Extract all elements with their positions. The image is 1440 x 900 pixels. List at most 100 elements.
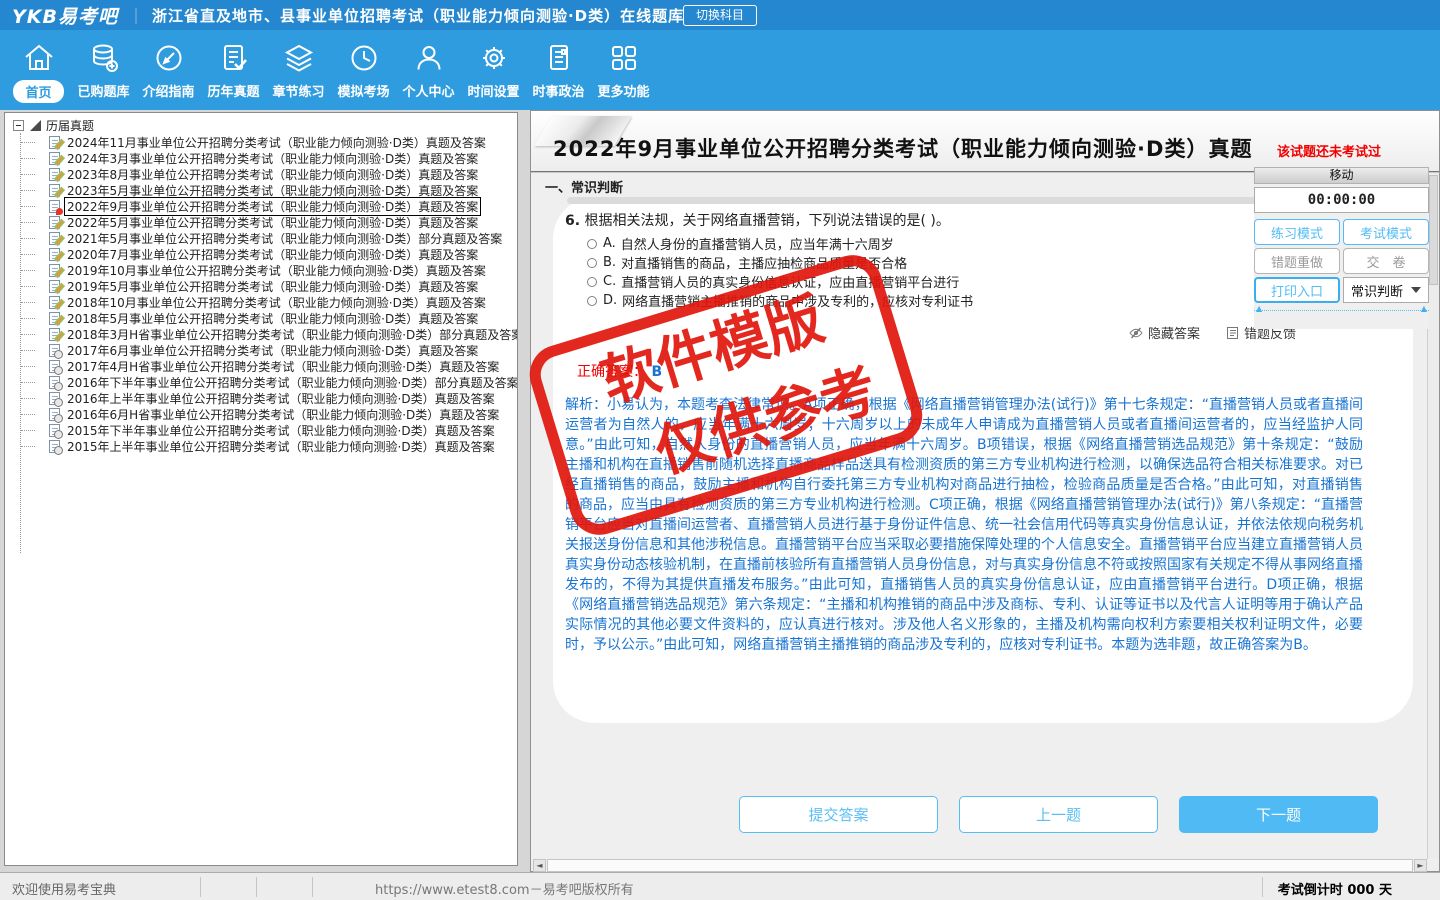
- toolbar-item-chapter-practice[interactable]: 章节练习: [266, 30, 331, 110]
- tree-item-label: 2015年上半年事业单位公开招聘分类考试（职业能力倾向测验·D类）真题及答案: [67, 439, 495, 454]
- redo-wrong-button[interactable]: 错题重做: [1254, 248, 1340, 274]
- print-entry-button[interactable]: 打印入口: [1254, 277, 1340, 303]
- practice-mode-button[interactable]: 练习模式: [1254, 219, 1340, 245]
- exam-mode-button[interactable]: 考试模式: [1343, 219, 1429, 245]
- toolbar-item-time-settings[interactable]: 时间设置: [461, 30, 526, 110]
- submit-answer-button[interactable]: 提交答案: [739, 796, 938, 833]
- toolbar-label: 时事政治: [532, 85, 585, 100]
- toolbar-item-more[interactable]: 更多功能: [591, 30, 656, 110]
- tree-item[interactable]: 2017年6月事业单位公开招聘分类考试（职业能力倾向测验·D类）真题及答案: [5, 342, 480, 359]
- toolbar-label: 更多功能: [597, 85, 650, 100]
- scrollbar-thumb[interactable]: [547, 859, 1413, 872]
- answer-value: B: [651, 364, 663, 380]
- tree-connector: [21, 222, 35, 223]
- tree-item[interactable]: 2024年3月事业单位公开招聘分类考试（职业能力倾向测验·D类）真题及答案: [5, 150, 480, 166]
- tree-item-label: 2024年11月事业单位公开招聘分类考试（职业能力倾向测验·D类）真题及答案: [67, 135, 486, 150]
- radio-icon[interactable]: [587, 276, 597, 287]
- tree-root[interactable]: 历届真题: [13, 117, 94, 133]
- doc-edit-icon: [49, 295, 60, 309]
- radio-icon[interactable]: [587, 238, 597, 249]
- tree-item-label: 2018年5月事业单位公开招聘分类考试（职业能力倾向测验·D类）真题及答案: [67, 311, 479, 326]
- tree-item[interactable]: 2016年6月H省事业单位公开招聘分类考试（职业能力倾向测验·D类）真题及答案: [5, 406, 501, 423]
- doc-eye-icon: [49, 343, 63, 359]
- answer-label: 正确答案：: [577, 364, 647, 380]
- doc-edit-icon: [49, 279, 60, 293]
- logo-divider: ｜: [127, 7, 144, 26]
- toolbar-item-past-papers[interactable]: 历年真题: [201, 30, 266, 110]
- answer-option[interactable]: A. 自然人身份的直播营销人员，应当年满十六周岁: [587, 234, 973, 253]
- next-question-button[interactable]: 下一题: [1179, 796, 1378, 833]
- option-text: 自然人身份的直播营销人员，应当年满十六周岁: [620, 238, 894, 253]
- tree-connector: [21, 318, 35, 319]
- tree-item[interactable]: 2023年5月事业单位公开招聘分类考试（职业能力倾向测验·D类）真题及答案: [5, 182, 480, 198]
- palette-move-handle[interactable]: 移动: [1254, 167, 1429, 184]
- toolbar-item-mock-exam[interactable]: 模拟考场: [331, 30, 396, 110]
- answer-option[interactable]: D. 网络直播营销主播推销的商品中涉及专利的，应核对专利证书: [587, 291, 973, 310]
- answer-option[interactable]: B. 对直播销售的商品，主播应抽检商品质量是否合格: [587, 253, 973, 272]
- tree-item[interactable]: 2015年下半年事业单位公开招聘分类考试（职业能力倾向测验·D类）真题及答案: [5, 422, 497, 439]
- section-dropdown[interactable]: 常识判断: [1343, 277, 1429, 303]
- radio-icon[interactable]: [587, 295, 597, 306]
- tree-item[interactable]: 2019年10月事业单位公开招聘分类考试（职业能力倾向测验·D类）真题及答案: [5, 262, 488, 278]
- clock-icon: [346, 45, 382, 80]
- tree-item[interactable]: 2019年5月事业单位公开招聘分类考试（职业能力倾向测验·D类）真题及答案: [5, 278, 480, 294]
- option-text: 网络直播营销主播推销的商品中涉及专利的，应核对专利证书: [622, 295, 974, 310]
- toolbar-item-current-affairs[interactable]: 时事政治: [526, 30, 591, 110]
- tree-connector: [21, 398, 35, 399]
- tree-item-label: 2016年上半年事业单位公开招聘分类考试（职业能力倾向测验·D类）真题及答案: [67, 391, 495, 406]
- home-icon: [21, 44, 57, 80]
- tree-item[interactable]: 2016年下半年事业单位公开招聘分类考试（职业能力倾向测验·D类）部分真题及答案: [5, 374, 518, 391]
- tree-item[interactable]: 2018年3月H省事业单位公开招聘分类考试（职业能力倾向测验·D类）部分真题及答…: [5, 326, 518, 342]
- tree-item[interactable]: 2023年8月事业单位公开招聘分类考试（职业能力倾向测验·D类）真题及答案: [5, 166, 480, 182]
- radio-icon[interactable]: [587, 257, 597, 268]
- tree-item-label: 2022年9月事业单位公开招聘分类考试（职业能力倾向测验·D类）真题及答案: [63, 196, 482, 216]
- hide-answer-button[interactable]: 隐藏答案: [1129, 323, 1200, 342]
- toolbar-item-guide[interactable]: 介绍指南: [136, 30, 201, 110]
- toolbar-label: 已购题库: [77, 85, 130, 100]
- toolbar-label: 时间设置: [467, 85, 520, 100]
- palette-dock-splitter[interactable]: ▲ ▲: [1254, 305, 1429, 313]
- tree-item[interactable]: 2024年11月事业单位公开招聘分类考试（职业能力倾向测验·D类）真题及答案: [5, 134, 488, 150]
- arrow-up-icon: ▲: [1420, 304, 1427, 313]
- toolbar-label: 介绍指南: [142, 85, 195, 100]
- tree-item[interactable]: 2015年上半年事业单位公开招聘分类考试（职业能力倾向测验·D类）真题及答案: [5, 438, 497, 455]
- previous-question-button[interactable]: 上一题: [959, 796, 1158, 833]
- tree-item[interactable]: 2018年10月事业单位公开招聘分类考试（职业能力倾向测验·D类）真题及答案: [5, 294, 488, 310]
- scroll-left-icon[interactable]: ◄: [533, 859, 546, 872]
- tree-connector: [21, 206, 35, 207]
- hand-in-paper-button[interactable]: 交 卷: [1343, 248, 1429, 274]
- control-palette: 移动 00:00:00 练习模式 考试模式 错题重做 交 卷 打印入口 常识判断…: [1254, 167, 1429, 329]
- tree-item[interactable]: 2021年5月事业单位公开招聘分类考试（职业能力倾向测验·D类）部分真题及答案: [5, 230, 504, 246]
- answer-analysis: 解析：小易认为，本题考查法律常识。A项正确，根据《网络直播营销管理办法(试行)》…: [565, 397, 1363, 653]
- tree-item-label: 2022年5月事业单位公开招聘分类考试（职业能力倾向测验·D类）真题及答案: [67, 215, 479, 230]
- option-key: C.: [603, 274, 617, 289]
- answer-option[interactable]: C. 直播营销人员的真实身份信息认证，应由直播营销平台进行: [587, 272, 973, 291]
- doc-edit-icon: [49, 135, 60, 149]
- scroll-right-icon[interactable]: ►: [1414, 859, 1427, 872]
- scrollbar-thumb[interactable]: [1429, 175, 1438, 285]
- option-key: A.: [603, 236, 616, 251]
- horizontal-scrollbar[interactable]: ◄ ►: [533, 859, 1427, 872]
- tree-item-label: 2018年3月H省事业单位公开招聘分类考试（职业能力倾向测验·D类）部分真题及答…: [67, 327, 518, 342]
- toolbar-item-profile[interactable]: 个人中心: [396, 30, 461, 110]
- toolbar-item-purchased[interactable]: 已购题库: [71, 30, 136, 110]
- tree-item-label: 2023年8月事业单位公开招聘分类考试（职业能力倾向测验·D类）真题及答案: [67, 167, 479, 182]
- tree-item-label: 2015年下半年事业单位公开招聘分类考试（职业能力倾向测验·D类）真题及答案: [67, 423, 495, 438]
- tree-item[interactable]: 2022年9月事业单位公开招聘分类考试（职业能力倾向测验·D类）真题及答案: [5, 196, 482, 216]
- tree-item[interactable]: 2016年上半年事业单位公开招聘分类考试（职业能力倾向测验·D类）真题及答案: [5, 390, 497, 407]
- tree-item[interactable]: 2020年7月事业单位公开招聘分类考试（职业能力倾向测验·D类）真题及答案: [5, 246, 480, 262]
- switch-subject-button[interactable]: 切换科目: [683, 5, 758, 26]
- tree-item[interactable]: 2022年5月事业单位公开招聘分类考试（职业能力倾向测验·D类）真题及答案: [5, 214, 480, 230]
- toolbar-item-home[interactable]: 首页: [6, 30, 71, 110]
- tree-item-label: 2016年下半年事业单位公开招聘分类考试（职业能力倾向测验·D类）部分真题及答案: [67, 375, 518, 390]
- doc-edit-icon: [49, 263, 60, 277]
- doc-eye-icon: [49, 439, 63, 455]
- tree-item-label: 2019年10月事业单位公开招聘分类考试（职业能力倾向测验·D类）真题及答案: [67, 263, 486, 278]
- collapse-icon[interactable]: [13, 119, 24, 131]
- tree-item[interactable]: 2017年4月H省事业单位公开招聘分类考试（职业能力倾向测验·D类）真题及答案: [5, 358, 501, 375]
- statusbar-separator: [1262, 877, 1263, 897]
- gear-icon: [476, 47, 512, 80]
- tree-connector: [21, 366, 35, 367]
- tree-item[interactable]: 2018年5月事业单位公开招聘分类考试（职业能力倾向测验·D类）真题及答案: [5, 310, 480, 326]
- toolbar-label: 章节练习: [272, 85, 325, 100]
